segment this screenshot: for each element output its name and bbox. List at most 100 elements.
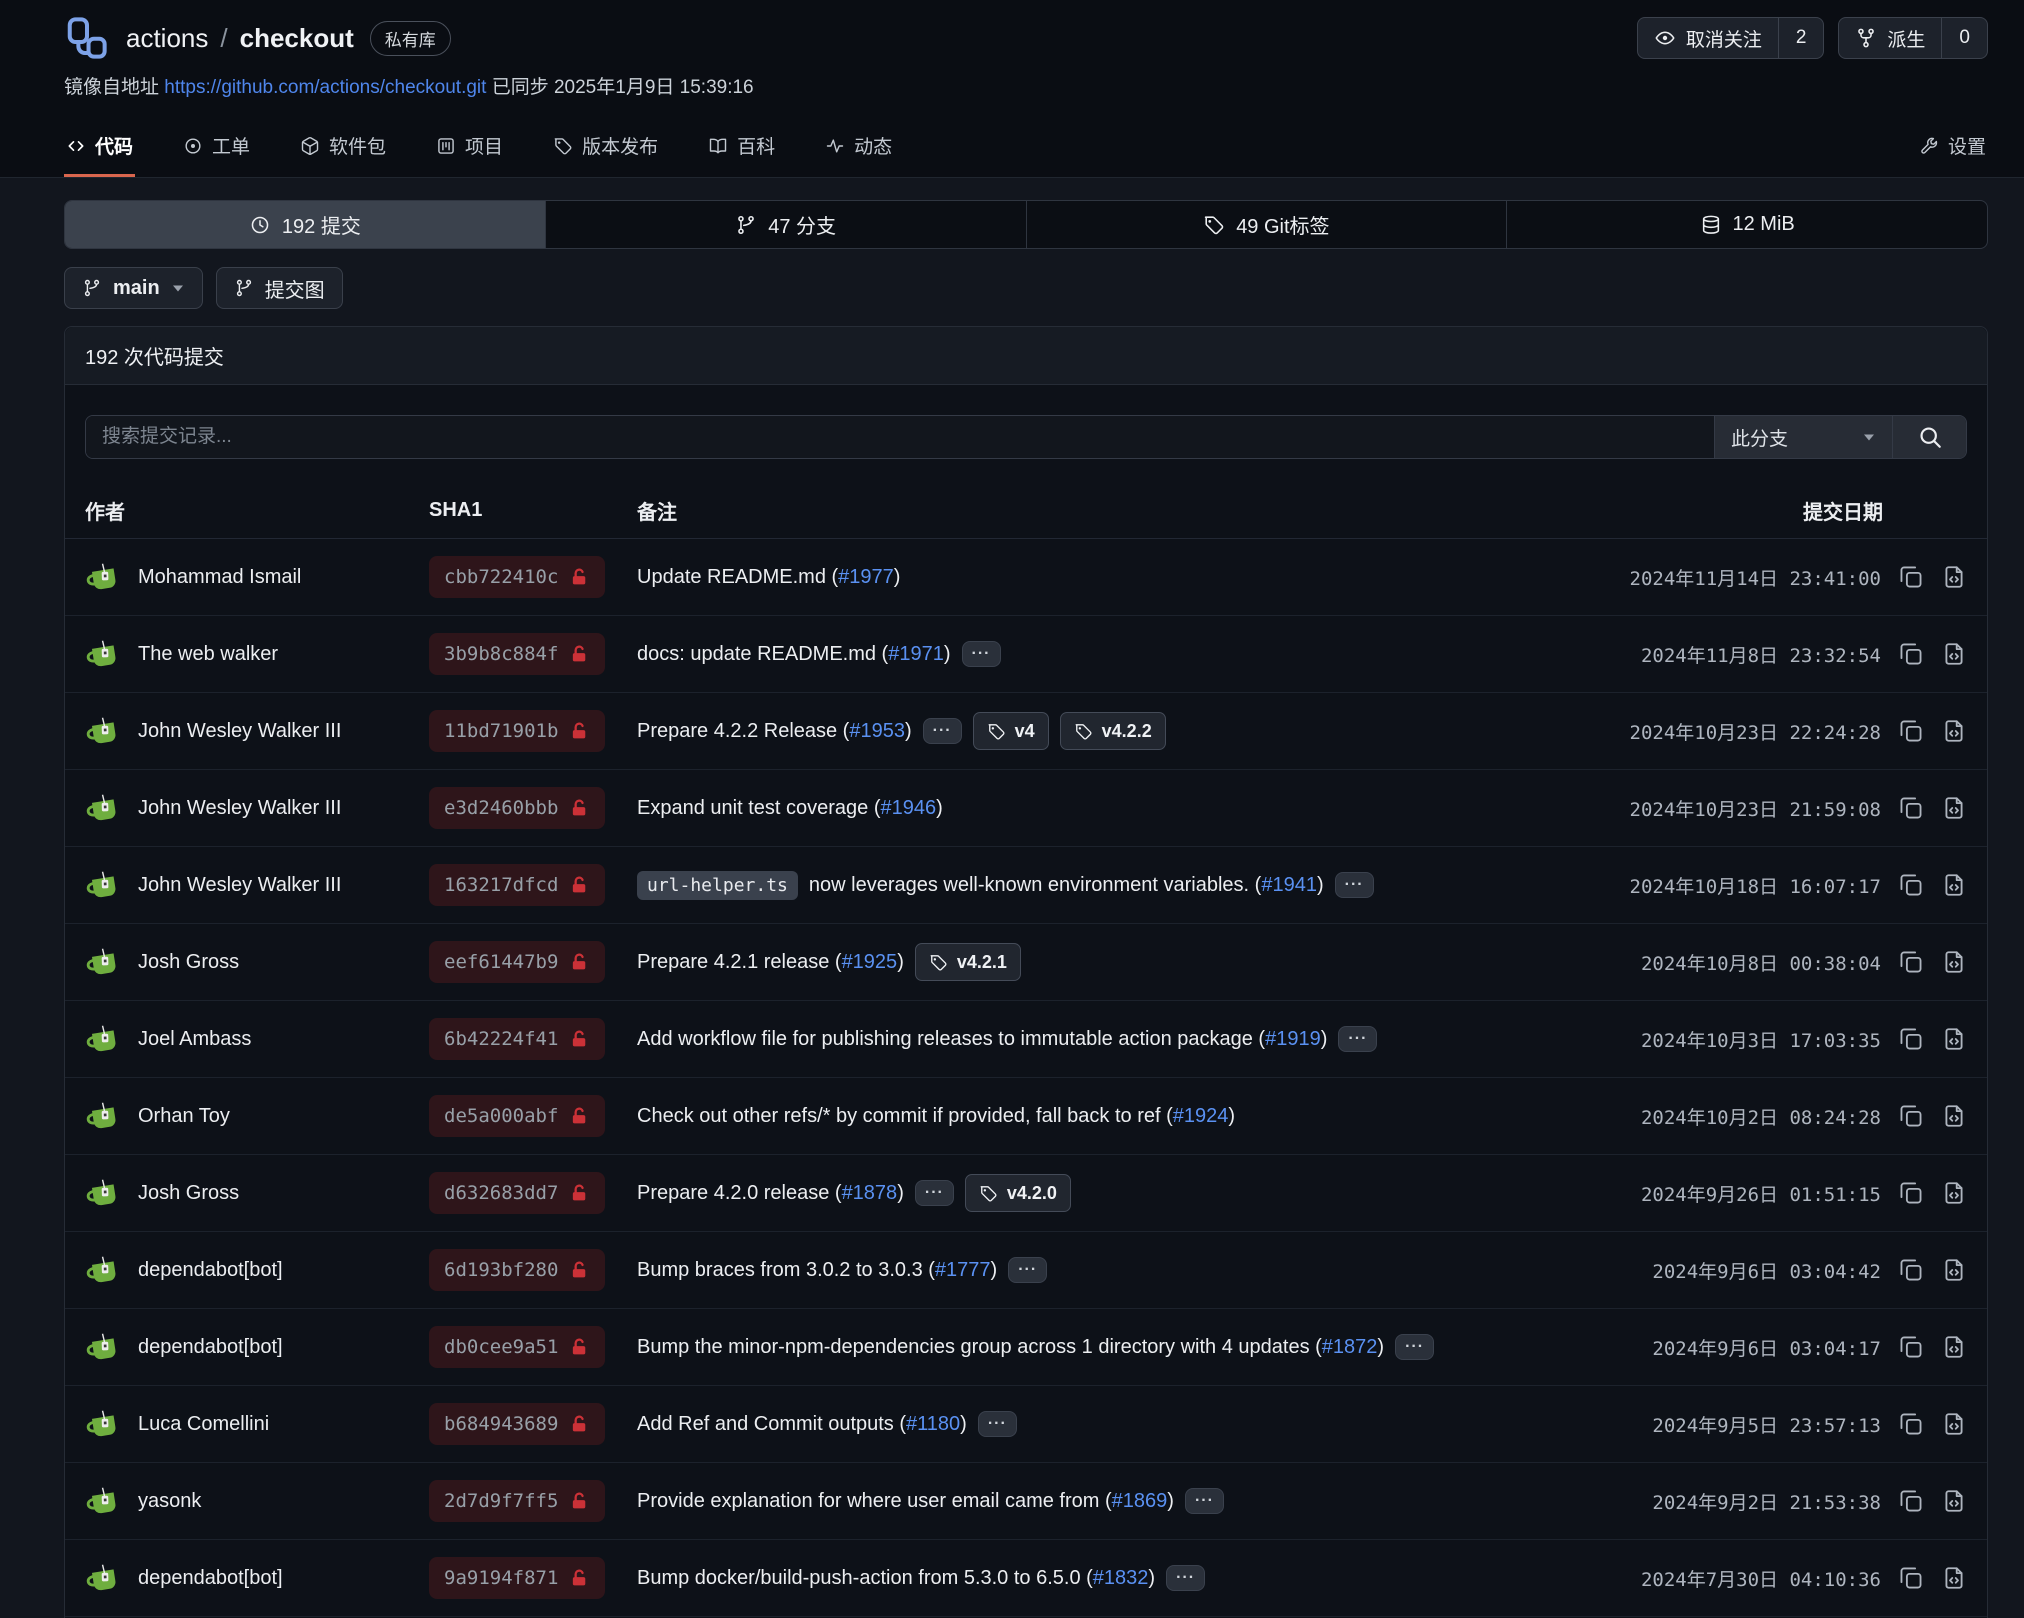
commit-sha-badge[interactable]: b684943689 <box>429 1403 605 1445</box>
copy-sha-button[interactable] <box>1898 1565 1924 1591</box>
copy-sha-button[interactable] <box>1898 1257 1924 1283</box>
avatar[interactable] <box>85 789 123 827</box>
copy-sha-button[interactable] <box>1898 949 1924 975</box>
pr-link[interactable]: #1180 <box>906 1413 960 1435</box>
copy-sha-button[interactable] <box>1898 1488 1924 1514</box>
browse-source-button[interactable] <box>1941 641 1967 667</box>
expand-message-button[interactable]: ··· <box>978 1411 1017 1437</box>
browse-source-button[interactable] <box>1941 1565 1967 1591</box>
avatar[interactable] <box>85 1251 123 1289</box>
commit-sha-badge[interactable]: e3d2460bbb <box>429 787 605 829</box>
commit-sha-badge[interactable]: d632683dd7 <box>429 1172 605 1214</box>
watch-count[interactable]: 2 <box>1778 18 1824 58</box>
browse-source-button[interactable] <box>1941 872 1967 898</box>
pr-link[interactable]: #1924 <box>1173 1105 1229 1127</box>
search-button[interactable] <box>1892 416 1966 458</box>
tab-packages[interactable]: 软件包 <box>298 132 388 177</box>
commit-sha-badge[interactable]: eef61447b9 <box>429 941 605 983</box>
tab-activity[interactable]: 动态 <box>823 132 894 177</box>
commit-sha-badge[interactable]: 3b9b8c884f <box>429 633 605 675</box>
copy-sha-button[interactable] <box>1898 641 1924 667</box>
avatar[interactable] <box>85 1020 123 1058</box>
tab-wiki[interactable]: 百科 <box>706 132 777 177</box>
avatar[interactable] <box>85 1405 123 1443</box>
avatar[interactable] <box>85 943 123 981</box>
expand-message-button[interactable]: ··· <box>1166 1565 1205 1591</box>
avatar[interactable] <box>85 1559 123 1597</box>
expand-message-button[interactable]: ··· <box>1338 1026 1377 1052</box>
stat-commits[interactable]: 192 提交 <box>65 201 545 248</box>
avatar[interactable] <box>85 866 123 904</box>
unwatch-button[interactable]: 取消关注 2 <box>1637 17 1825 59</box>
browse-source-button[interactable] <box>1941 1257 1967 1283</box>
pr-link[interactable]: #1946 <box>880 797 936 819</box>
release-tag-v4[interactable]: v4 <box>973 712 1049 750</box>
browse-source-button[interactable] <box>1941 564 1967 590</box>
tab-projects[interactable]: 项目 <box>434 132 505 177</box>
branch-scope-dropdown[interactable]: 此分支 <box>1714 416 1892 458</box>
pr-link[interactable]: #1777 <box>935 1259 991 1281</box>
browse-source-button[interactable] <box>1941 949 1967 975</box>
commit-sha-badge[interactable]: cbb722410c <box>429 556 605 598</box>
commit-sha-badge[interactable]: 163217dfcd <box>429 864 605 906</box>
fork-count[interactable]: 0 <box>1941 18 1987 58</box>
stat-git-tags[interactable]: 49 Git标签 <box>1026 201 1507 248</box>
commit-sha-badge[interactable]: 11bd71901b <box>429 710 605 752</box>
browse-source-button[interactable] <box>1941 718 1967 744</box>
commit-sha-badge[interactable]: de5a000abf <box>429 1095 605 1137</box>
expand-message-button[interactable]: ··· <box>1395 1334 1434 1360</box>
pr-link[interactable]: #1919 <box>1265 1028 1321 1050</box>
pr-link[interactable]: #1977 <box>838 566 894 588</box>
stat-branches[interactable]: 47 分支 <box>545 201 1026 248</box>
tab-releases[interactable]: 版本发布 <box>551 132 660 177</box>
avatar[interactable] <box>85 635 123 673</box>
copy-sha-button[interactable] <box>1898 718 1924 744</box>
expand-message-button[interactable]: ··· <box>923 718 962 744</box>
copy-sha-button[interactable] <box>1898 564 1924 590</box>
copy-sha-button[interactable] <box>1898 795 1924 821</box>
expand-message-button[interactable]: ··· <box>1185 1488 1224 1514</box>
copy-sha-button[interactable] <box>1898 1103 1924 1129</box>
pr-link[interactable]: #1941 <box>1261 874 1317 896</box>
mirror-url-link[interactable]: https://github.com/actions/checkout.git <box>164 77 486 98</box>
browse-source-button[interactable] <box>1941 1334 1967 1360</box>
browse-source-button[interactable] <box>1941 1180 1967 1206</box>
browse-source-button[interactable] <box>1941 1103 1967 1129</box>
tab-settings[interactable]: 设置 <box>1917 132 1988 177</box>
pr-link[interactable]: #1925 <box>842 951 898 973</box>
fork-button[interactable]: 派生 0 <box>1838 17 1988 59</box>
browse-source-button[interactable] <box>1941 1026 1967 1052</box>
tab-code[interactable]: 代码 <box>64 132 135 177</box>
copy-sha-button[interactable] <box>1898 1411 1924 1437</box>
avatar[interactable] <box>85 1174 123 1212</box>
browse-source-button[interactable] <box>1941 1488 1967 1514</box>
avatar[interactable] <box>85 1482 123 1520</box>
copy-sha-button[interactable] <box>1898 1026 1924 1052</box>
browse-source-button[interactable] <box>1941 795 1967 821</box>
release-tag-v4.2.2[interactable]: v4.2.2 <box>1060 712 1166 750</box>
pr-link[interactable]: #1971 <box>888 643 944 665</box>
commit-sha-badge[interactable]: 6d193bf280 <box>429 1249 605 1291</box>
pr-link[interactable]: #1878 <box>842 1182 898 1204</box>
commit-sha-badge[interactable]: db0cee9a51 <box>429 1326 605 1368</box>
avatar[interactable] <box>85 712 123 750</box>
expand-message-button[interactable]: ··· <box>962 641 1001 667</box>
commit-sha-badge[interactable]: 2d7d9f7ff5 <box>429 1480 605 1522</box>
release-tag-v4.2.1[interactable]: v4.2.1 <box>915 943 1021 981</box>
expand-message-button[interactable]: ··· <box>1335 872 1374 898</box>
avatar[interactable] <box>85 558 123 596</box>
avatar[interactable] <box>85 1328 123 1366</box>
pr-link[interactable]: #1872 <box>1322 1336 1378 1358</box>
release-tag-v4.2.0[interactable]: v4.2.0 <box>965 1174 1071 1212</box>
expand-message-button[interactable]: ··· <box>1008 1257 1047 1283</box>
expand-message-button[interactable]: ··· <box>915 1180 954 1206</box>
commit-sha-badge[interactable]: 9a9194f871 <box>429 1557 605 1599</box>
pr-link[interactable]: #1869 <box>1112 1490 1168 1512</box>
search-input[interactable] <box>86 416 1714 458</box>
copy-sha-button[interactable] <box>1898 1180 1924 1206</box>
avatar[interactable] <box>85 1097 123 1135</box>
copy-sha-button[interactable] <box>1898 1334 1924 1360</box>
pr-link[interactable]: #1832 <box>1093 1567 1149 1589</box>
stat-size[interactable]: 12 MiB <box>1506 201 1987 248</box>
commit-graph-button[interactable]: 提交图 <box>216 267 343 309</box>
